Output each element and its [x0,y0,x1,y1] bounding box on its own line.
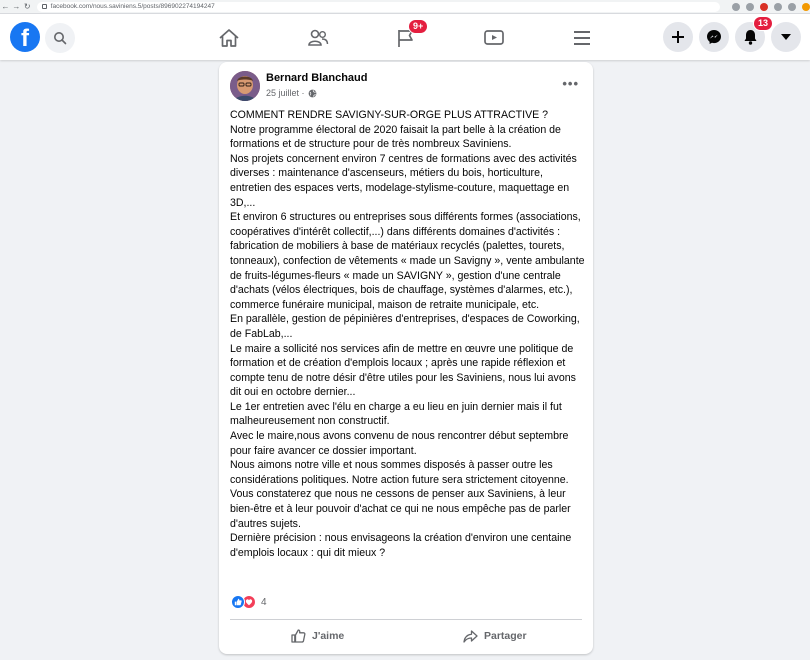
post-body: COMMENT RENDRE SAVIGNY-SUR-ORGE PLUS ATT… [230,108,585,560]
share-label: Partager [484,630,527,642]
facebook-header: f 9+ 13 [0,14,810,60]
avatar[interactable] [230,71,260,101]
puzzle-icon[interactable] [774,2,782,11]
reaction-summary[interactable]: 4 [231,595,267,609]
playlist-icon[interactable] [788,2,796,11]
create-button[interactable] [663,22,693,52]
nav-friends[interactable] [303,23,333,53]
caret-down-icon [781,34,791,40]
back-icon[interactable]: ← [0,2,11,11]
avatar-image [230,71,260,101]
search-icon [54,32,67,45]
post-paragraph: Nous aimons notre ville et nous sommes d… [230,459,569,486]
nav-watch[interactable] [479,23,509,53]
post-date-text: 25 juillet · [266,88,305,98]
friends-icon [308,29,329,46]
notifications-badge: 13 [753,16,774,31]
like-button[interactable]: J'aime [291,626,344,646]
post-paragraph: Notre programme électoral de 2020 faisai… [230,123,561,151]
like-reaction-icon [231,595,245,609]
globe-icon [308,89,316,97]
post-paragraph: Le 1er entretien avec l'élu en charge a … [230,400,562,428]
author-name[interactable]: Bernard Blanchaud [266,72,367,84]
search-button[interactable] [45,23,75,53]
zoom-icon[interactable] [732,2,740,11]
star-icon[interactable] [746,2,754,11]
bell-icon [744,30,756,45]
post-paragraph: Vous constaterez que nous ne cessons de … [230,488,571,530]
post-paragraph: Nos projets concernent environ 7 centres… [230,152,577,209]
nav-menu[interactable] [567,23,597,53]
thumbs-up-icon [291,629,306,643]
hamburger-icon [574,31,590,45]
post-card: Bernard Blanchaud 25 juillet · ••• COMME… [219,62,593,654]
post-paragraph: Le maire a sollicité nos services afin d… [230,342,576,399]
nav-home[interactable] [214,23,244,53]
logo-letter: f [21,25,29,52]
post-paragraph: Dernière précision : nous envisageons la… [230,532,572,559]
url-text: facebook.com/nous.saviniens.5/posts/8969… [50,3,215,10]
reload-icon[interactable]: ↻ [22,2,33,11]
more-options-icon[interactable]: ••• [562,76,579,91]
extension-icon[interactable] [760,2,768,11]
share-button[interactable]: Partager [463,626,527,646]
video-icon [484,30,504,45]
notifications-button[interactable]: 13 [735,16,774,52]
account-button[interactable] [771,22,801,52]
like-label: J'aime [312,630,345,642]
post-timestamp[interactable]: 25 juillet · [266,88,317,98]
lock-icon [41,4,47,9]
address-bar[interactable]: facebook.com/nous.saviniens.5/posts/8969… [36,1,720,12]
messenger-icon [707,30,721,44]
post-paragraph: Et environ 6 structures ou entreprises s… [230,211,585,311]
forward-icon[interactable]: → [11,2,22,11]
plus-icon [672,31,684,43]
profile-icon[interactable] [802,2,810,11]
facebook-logo[interactable]: f [10,22,40,52]
home-icon [219,29,239,47]
share-icon [463,629,478,643]
browser-toolbar: ← → ↻ facebook.com/nous.saviniens.5/post… [0,0,810,14]
divider [230,619,582,620]
post-paragraph: En parallèle, gestion de pépinières d'en… [230,313,580,340]
pages-badge: 9+ [408,19,429,34]
messenger-button[interactable] [699,22,729,52]
nav-pages[interactable]: 9+ [391,19,429,53]
post-paragraph: Avec le maire,nous avons convenu de nous… [230,430,569,457]
reaction-count: 4 [261,596,267,608]
post-paragraph: COMMENT RENDRE SAVIGNY-SUR-ORGE PLUS ATT… [230,109,549,121]
